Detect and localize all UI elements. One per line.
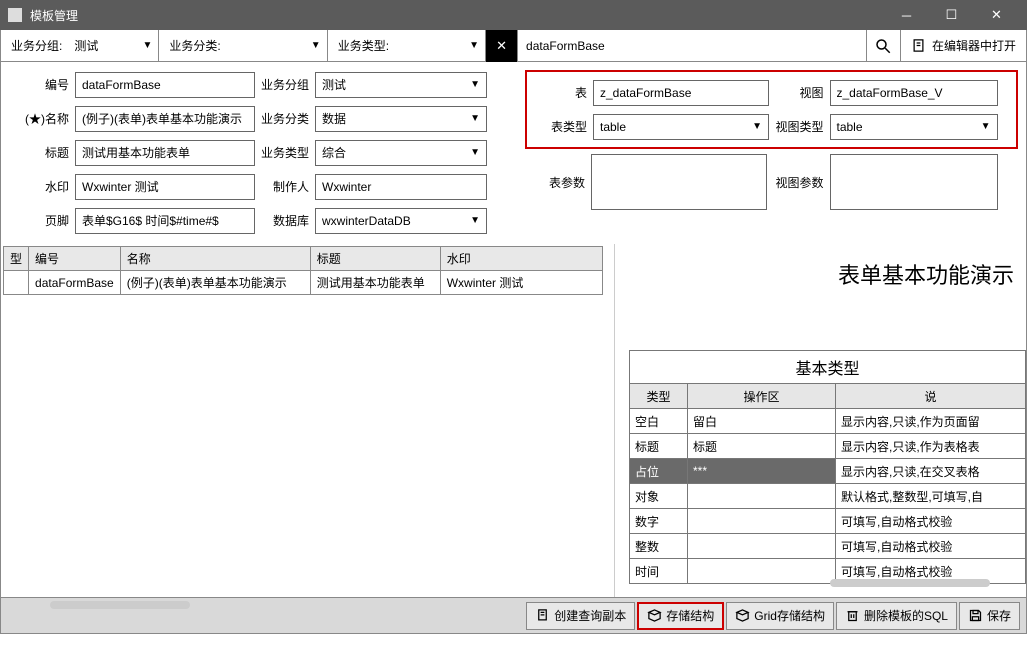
tabletype-label: 表类型 (531, 118, 587, 135)
preview-row: 整数可填写,自动格式校验 (630, 534, 1026, 559)
toolbar-group-combo[interactable]: 测试▼ (68, 30, 158, 62)
class-label: 业务分类 (261, 110, 309, 127)
db-label: 数据库 (261, 212, 309, 229)
id-label: 编号 (5, 76, 69, 93)
group-label: 业务分组 (261, 76, 309, 93)
maximize-button[interactable]: ☐ (929, 0, 974, 30)
save-button[interactable]: 保存 (959, 602, 1020, 630)
create-query-copy-button[interactable]: 创建查询副本 (526, 602, 635, 630)
grid-storage-structure-button[interactable]: Grid存储结构 (726, 602, 834, 630)
toolbar-class-combo[interactable]: ▼ (227, 30, 327, 62)
preview-row: 空白留白显示内容,只读,作为页面留 (630, 409, 1026, 434)
viewparams-field[interactable] (830, 154, 998, 210)
type-label: 业务类型 (261, 144, 309, 161)
group-combo[interactable]: 测试▼ (315, 72, 487, 98)
chevron-down-icon: ▼ (142, 40, 152, 51)
template-list-table[interactable]: 型 编号 名称 标题 水印 dataFormBase (例子)(表单)表单基本功… (3, 246, 603, 295)
viewtype-combo[interactable]: table▼ (830, 114, 998, 140)
tableparams-field[interactable] (591, 154, 767, 210)
title-label: 标题 (5, 144, 69, 161)
view-label: 视图 (774, 84, 824, 101)
preview-row: 标题标题显示内容,只读,作为表格表 (630, 434, 1026, 459)
storage-structure-button[interactable]: 存储结构 (637, 602, 724, 630)
table-field[interactable] (593, 80, 769, 106)
preview-row: 占位***显示内容,只读,在交叉表格 (630, 459, 1026, 484)
toolbar-class-label: 业务分类: (159, 37, 226, 54)
open-in-editor-link[interactable]: 在编辑器中打开 (901, 30, 1026, 62)
col-title: 标题 (310, 247, 440, 271)
preview-row: 数字可填写,自动格式校验 (630, 509, 1026, 534)
maker-field[interactable] (315, 174, 487, 200)
viewtype-label: 视图类型 (774, 118, 824, 135)
maker-label: 制作人 (261, 178, 309, 195)
footer-label: 页脚 (5, 212, 69, 229)
col-name: 名称 (120, 247, 310, 271)
table-row[interactable]: dataFormBase (例子)(表单)表单基本功能演示 测试用基本功能表单 … (4, 271, 603, 295)
scrollbar-h-preview[interactable] (830, 579, 990, 587)
preview-title: 表单基本功能演示 (615, 244, 1026, 290)
chevron-down-icon: ▼ (311, 40, 321, 51)
delete-sql-button[interactable]: 删除模板的SQL (836, 602, 957, 630)
type-combo[interactable]: 综合▼ (315, 140, 487, 166)
search-button[interactable] (867, 30, 901, 62)
table-label: 表 (531, 84, 587, 101)
col-type: 型 (4, 247, 29, 271)
minimize-button[interactable]: ─ (884, 0, 929, 30)
watermark-label: 水印 (5, 178, 69, 195)
col-watermark: 水印 (440, 247, 602, 271)
footer-field[interactable] (75, 208, 255, 234)
close-button[interactable]: ✕ (974, 0, 1019, 30)
class-combo[interactable]: 数据▼ (315, 106, 487, 132)
name-label: (★)名称 (5, 110, 69, 127)
col-id: 编号 (29, 247, 121, 271)
app-icon (8, 8, 22, 22)
name-field[interactable] (75, 106, 255, 132)
view-field[interactable] (830, 80, 998, 106)
preview-row: 对象默认格式,整数型,可填写,自 (630, 484, 1026, 509)
preview-caption: 基本类型 (629, 350, 1026, 383)
db-combo[interactable]: wxwinterDataDB▼ (315, 208, 487, 234)
tableparams-label: 表参数 (529, 174, 585, 191)
id-field[interactable] (75, 72, 255, 98)
title-field[interactable] (75, 140, 255, 166)
chevron-down-icon: ▼ (469, 40, 479, 51)
search-input[interactable] (518, 30, 867, 62)
viewparams-label: 视图参数 (774, 174, 824, 191)
toolbar-type-label: 业务类型: (328, 37, 395, 54)
window-title: 模板管理 (30, 7, 884, 24)
toolbar-type-combo[interactable]: ▼ (395, 30, 485, 62)
clear-icon[interactable]: ✕ (486, 30, 518, 62)
toolbar-group-label: 业务分组: (1, 37, 68, 54)
watermark-field[interactable] (75, 174, 255, 200)
tabletype-combo[interactable]: table▼ (593, 114, 769, 140)
preview-table: 基本类型 类型 操作区 说 空白留白显示内容,只读,作为页面留标题标题显示内容,… (629, 350, 1026, 584)
